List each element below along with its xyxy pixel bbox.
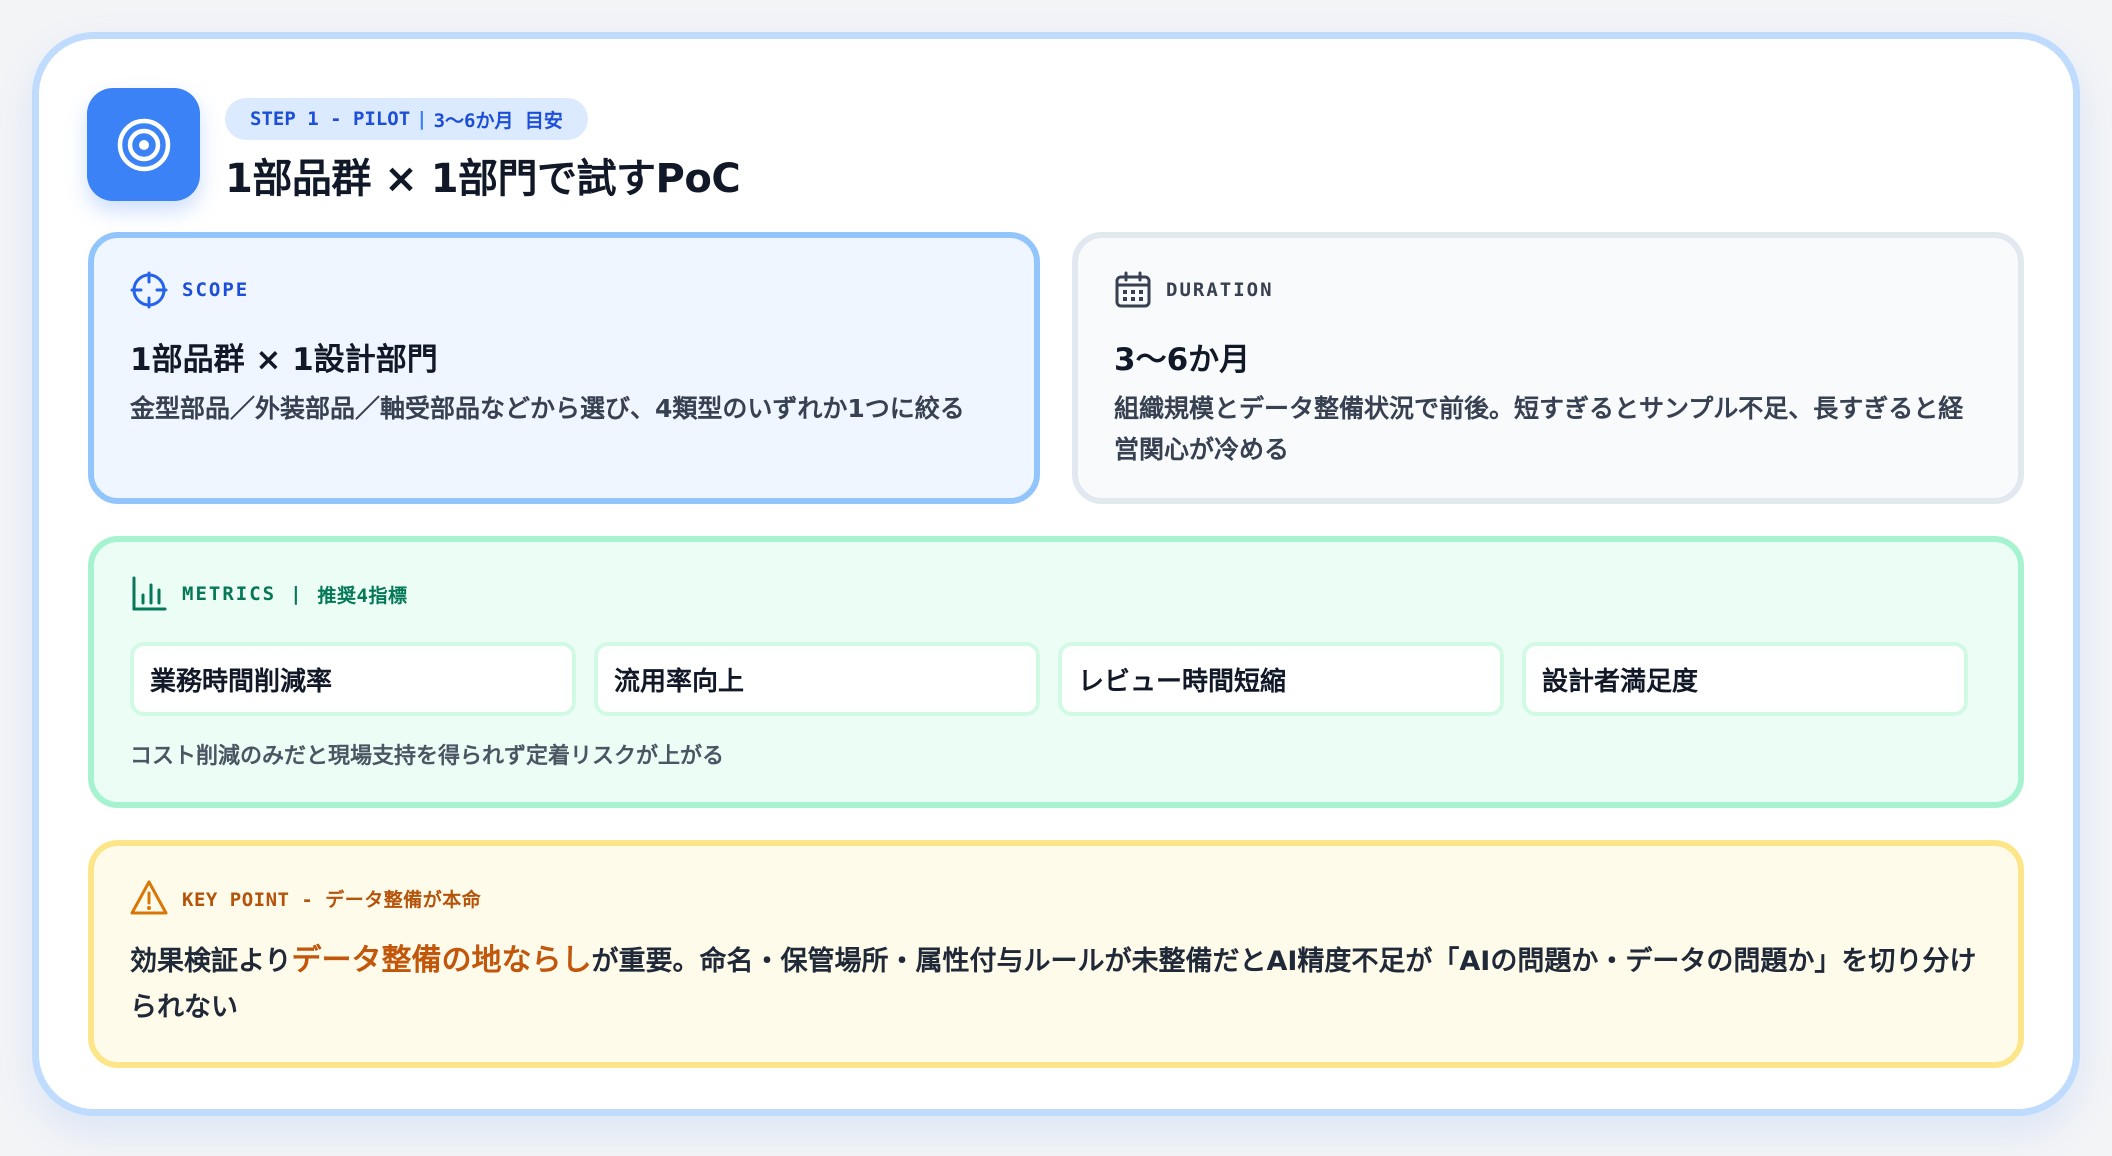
duration-label-row: DURATION bbox=[1114, 271, 1274, 309]
warning-icon bbox=[130, 879, 168, 917]
metrics-separator: | bbox=[290, 583, 304, 605]
page-title: 1部品群 × 1部門で試すPoC bbox=[225, 156, 741, 202]
keypoint-label-row: KEY POINT - データ整備が本命 bbox=[130, 880, 481, 916]
metric-chip: レビュー時間短縮 bbox=[1058, 642, 1504, 716]
step-separator: | bbox=[416, 108, 428, 130]
keypoint-label: KEY POINT - データ整備が本命 bbox=[182, 888, 482, 911]
keypoint-text-before: 効果検証より bbox=[130, 946, 292, 977]
scope-panel: SCOPE 1部品群 × 1設計部門 金型部品／外装部品／軸受部品などから選び、… bbox=[88, 232, 1040, 504]
metric-chip: 業務時間削減率 bbox=[130, 642, 576, 716]
bar-chart-icon bbox=[130, 575, 168, 613]
metrics-label: METRICS bbox=[182, 583, 277, 605]
metrics-sublabel: 推奨4指標 bbox=[317, 584, 408, 607]
step-period: 3〜6か月 目安 bbox=[433, 109, 563, 132]
metrics-panel: METRICS | 推奨4指標 業務時間削減率 流用率向上 レビュー時間短縮 設… bbox=[88, 536, 2024, 808]
scope-label: SCOPE bbox=[182, 279, 250, 301]
metric-chip: 流用率向上 bbox=[594, 642, 1040, 716]
step-label: STEP 1 - PILOT bbox=[250, 108, 411, 130]
crosshair-icon bbox=[130, 271, 168, 309]
duration-heading: 3〜6か月 bbox=[1114, 342, 1251, 378]
calendar-icon bbox=[1114, 271, 1152, 309]
keypoint-panel: KEY POINT - データ整備が本命 効果検証よりデータ整備の地ならしが重要… bbox=[88, 840, 2024, 1068]
duration-description: 組織規模とデータ整備状況で前後。短すぎるとサンプル不足、長すぎると経営関心が冷め… bbox=[1114, 394, 1964, 464]
duration-panel: DURATION 3〜6か月 組織規模とデータ整備状況で前後。短すぎるとサンプル… bbox=[1072, 232, 2024, 504]
metrics-label-row: METRICS | 推奨4指標 bbox=[130, 576, 407, 612]
duration-label: DURATION bbox=[1166, 279, 1274, 301]
keypoint-text: 効果検証よりデータ整備の地ならしが重要。命名・保管場所・属性付与ルールが未整備だ… bbox=[130, 938, 1990, 1031]
metrics-note: コスト削減のみだと現場支持を得られず定着リスクが上がる bbox=[130, 744, 725, 769]
step-badge: STEP 1 - PILOT | 3〜6か月 目安 bbox=[225, 98, 588, 140]
metrics-list: 業務時間削減率 流用率向上 レビュー時間短縮 設計者満足度 bbox=[130, 642, 1968, 716]
scope-description: 金型部品／外装部品／軸受部品などから選び、4類型のいずれか1つに絞る bbox=[130, 394, 965, 423]
target-icon bbox=[87, 88, 200, 201]
metric-chip: 設計者満足度 bbox=[1522, 642, 1968, 716]
keypoint-highlight: データ整備の地ならし bbox=[291, 943, 592, 978]
scope-heading: 1部品群 × 1設計部門 bbox=[130, 342, 438, 378]
scope-label-row: SCOPE bbox=[130, 271, 250, 309]
